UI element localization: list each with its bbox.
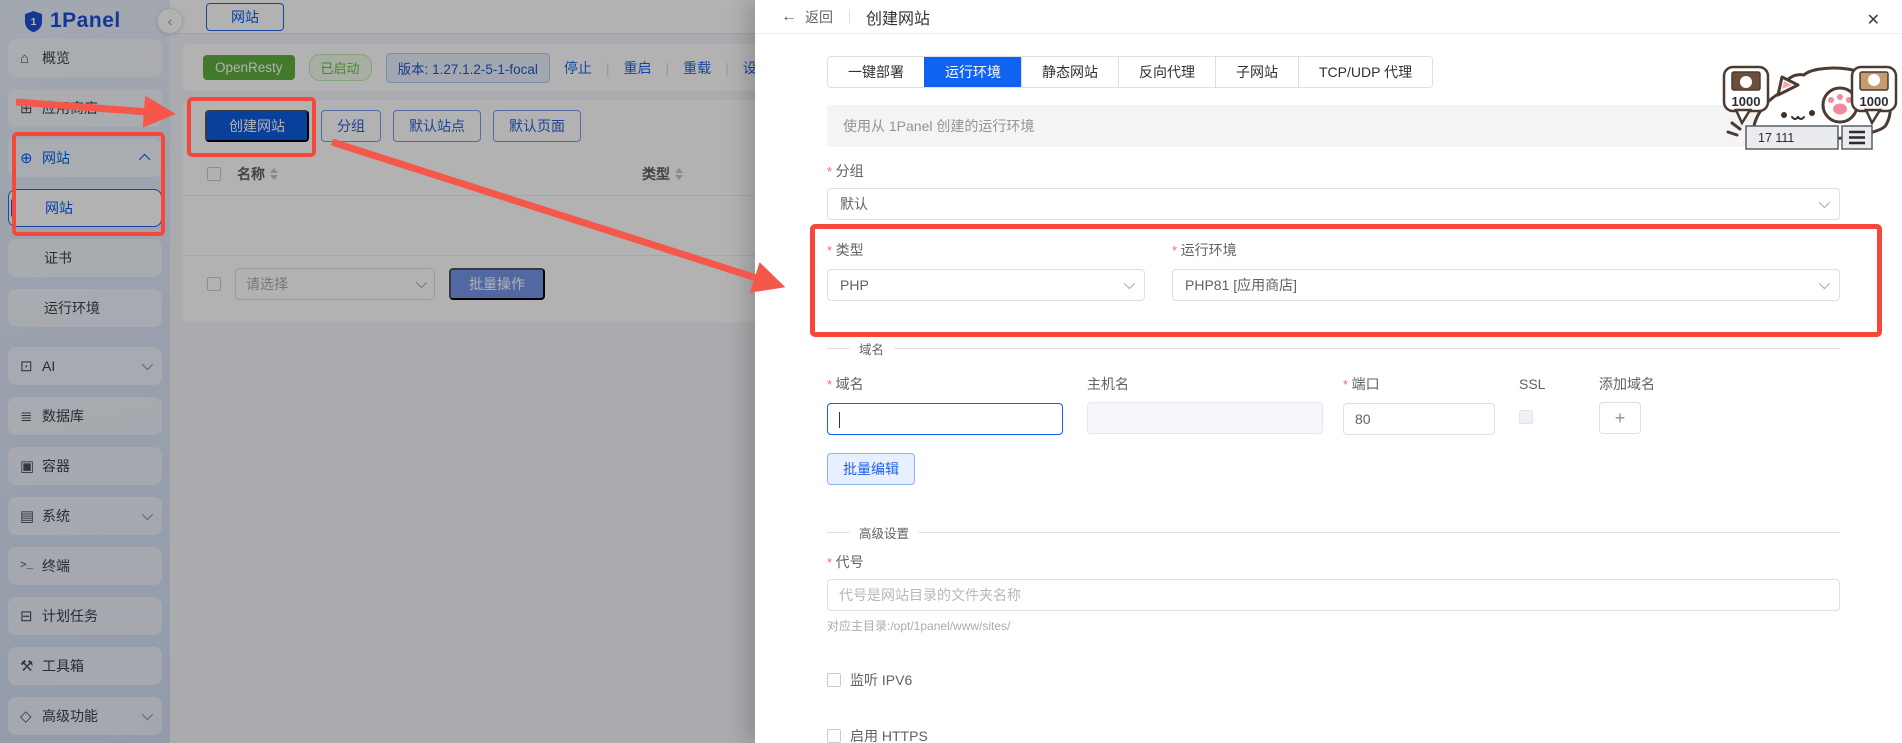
advanced-section-divider: 高级设置 <box>827 523 1840 542</box>
ipv6-label: 监听 IPV6 <box>850 670 912 690</box>
type-select[interactable]: PHP <box>827 269 1145 301</box>
create-type-tabs: 一键部署 运行环境 静态网站 反向代理 子网站 TCP/UDP 代理 <box>827 56 1433 88</box>
chevron-down-icon <box>1124 278 1135 289</box>
group-select[interactable]: 默认 <box>827 188 1840 220</box>
header-divider <box>849 9 850 24</box>
drawer-header: ← 返回 创建网站 <box>755 0 1902 34</box>
group-label: 分组 <box>827 161 1840 182</box>
ssl-checkbox[interactable] <box>1519 410 1533 424</box>
hostname-label: 主机名 <box>1087 374 1323 394</box>
back-button[interactable]: 返回 <box>805 7 833 27</box>
left-count-label: 1000 <box>1732 94 1761 109</box>
hamburger-menu-button <box>1842 126 1872 149</box>
add-domain-label: 添加域名 <box>1599 374 1689 394</box>
runtime-label: 运行环境 <box>1172 240 1840 261</box>
close-icon[interactable]: ✕ <box>1863 6 1884 34</box>
domain-fields-row: 域名 主机名 端口 SSL 添加域名 + <box>827 374 1840 435</box>
tab-runtime[interactable]: 运行环境 <box>924 57 1021 87</box>
domain-label: 域名 <box>827 374 1063 395</box>
counter-bar: 17 111 <box>1746 126 1838 149</box>
domain-input[interactable] <box>827 403 1063 435</box>
ipv6-option: 监听 IPV6 <box>827 670 1840 690</box>
alias-label: 代号 <box>827 552 1840 573</box>
chevron-down-icon <box>1819 278 1830 289</box>
port-input[interactable] <box>1343 403 1495 435</box>
drawer-body: 一键部署 运行环境 静态网站 反向代理 子网站 TCP/UDP 代理 使用从 1… <box>827 34 1840 743</box>
ipv6-checkbox[interactable] <box>827 673 841 687</box>
bongo-cat-mascot: 1000 1000 17 111 <box>1718 53 1902 153</box>
tab-subsite[interactable]: 子网站 <box>1215 57 1298 87</box>
https-option: 启用 HTTPS <box>827 726 1840 743</box>
back-arrow-icon[interactable]: ← <box>781 8 797 26</box>
https-label: 启用 HTTPS <box>850 726 928 743</box>
motion-lines <box>1728 123 1740 135</box>
alias-field: 代号 对应主目录:/opt/1panel/www/sites/ <box>827 552 1840 634</box>
tab-one-click-deploy[interactable]: 一键部署 <box>828 57 924 87</box>
counter-text: 17 111 <box>1758 131 1794 145</box>
https-checkbox[interactable] <box>827 729 841 743</box>
alias-input[interactable] <box>827 579 1840 611</box>
hostname-input <box>1087 402 1323 434</box>
chevron-down-icon <box>1819 197 1830 208</box>
tab-static-site[interactable]: 静态网站 <box>1021 57 1118 87</box>
text-cursor <box>839 412 840 428</box>
port-label: 端口 <box>1343 374 1495 395</box>
alias-helper-text: 对应主目录:/opt/1panel/www/sites/ <box>827 617 1840 634</box>
ssl-label: SSL <box>1519 374 1575 394</box>
type-label: 类型 <box>827 240 1145 261</box>
domain-section-divider: 域名 <box>827 339 1840 358</box>
add-domain-button[interactable]: + <box>1599 402 1641 434</box>
drawer-title: 创建网站 <box>866 5 930 29</box>
runtime-select[interactable]: PHP81 [应用商店] <box>1172 269 1840 301</box>
batch-edit-button[interactable]: 批量编辑 <box>827 453 915 485</box>
info-banner: 使用从 1Panel 创建的运行环境 <box>827 105 1840 147</box>
tab-reverse-proxy[interactable]: 反向代理 <box>1118 57 1215 87</box>
right-count-label: 1000 <box>1860 94 1889 109</box>
type-runtime-row: 类型 PHP 运行环境 PHP81 [应用商店] <box>827 220 1840 301</box>
tab-tcp-udp-proxy[interactable]: TCP/UDP 代理 <box>1298 57 1432 87</box>
plus-icon: + <box>1615 408 1626 429</box>
